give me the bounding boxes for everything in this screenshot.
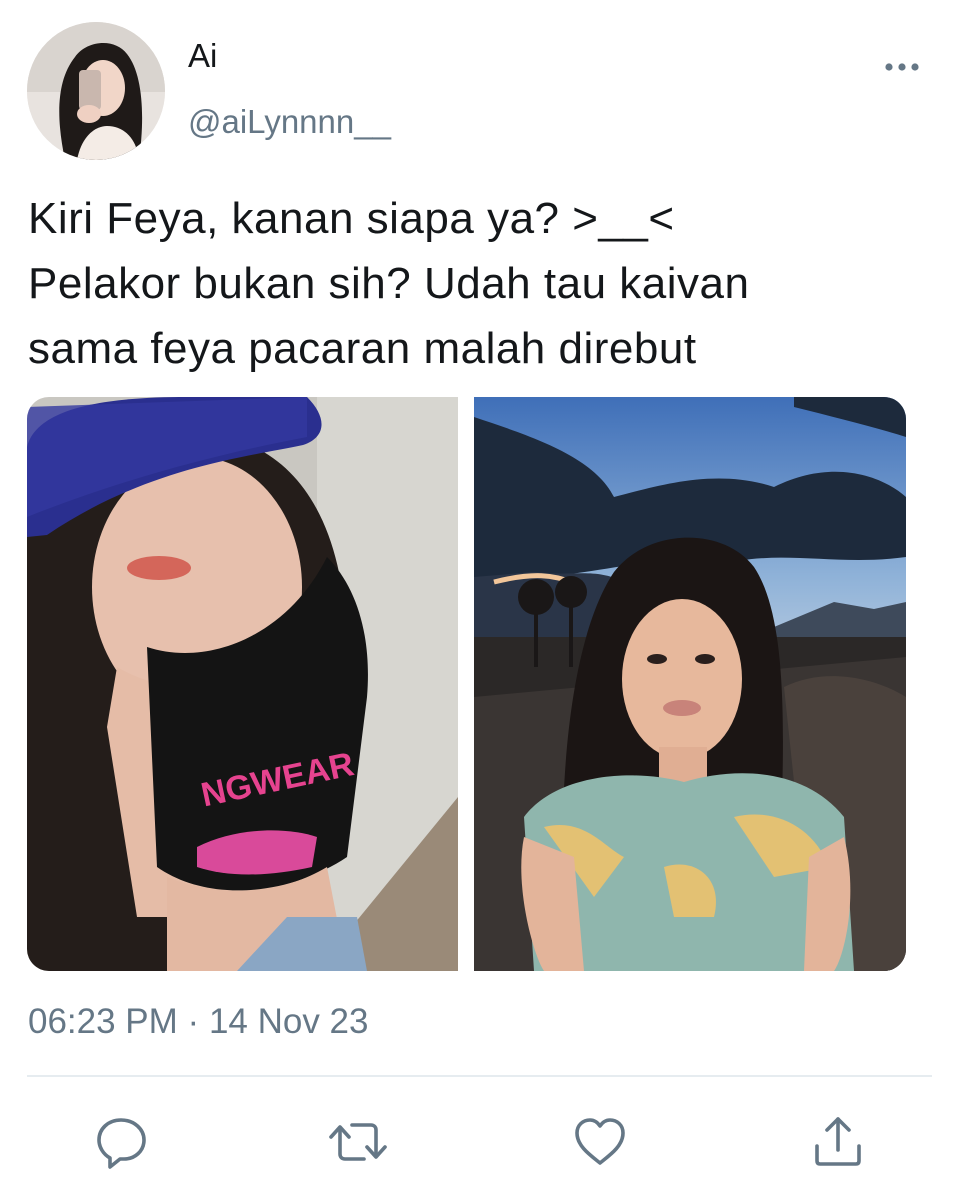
tweet-timestamp[interactable]: 06:23 PM · 14 Nov 23 bbox=[28, 1000, 369, 1044]
tweet-time: 06:23 PM bbox=[28, 1002, 178, 1041]
reply-button[interactable] bbox=[93, 1112, 153, 1172]
tweet-text-line: sama feya pacaran malah direbut bbox=[28, 324, 697, 373]
tweet-photo-right[interactable] bbox=[474, 397, 906, 971]
meta-separator: · bbox=[187, 1002, 200, 1041]
share-button[interactable] bbox=[808, 1112, 868, 1172]
reply-icon bbox=[97, 1118, 146, 1169]
tweet-text-line: Pelakor bukan sih? Udah tau kaivan bbox=[28, 259, 750, 308]
tweet-text-line: Kiri Feya, kanan siapa ya? >__< bbox=[28, 194, 675, 243]
avatar[interactable] bbox=[27, 22, 165, 160]
photo-right-image bbox=[474, 397, 906, 971]
photo-left-image: NGWEAR bbox=[27, 397, 458, 971]
avatar-photo bbox=[27, 22, 165, 160]
author-handle[interactable]: @aiLynnnn__ bbox=[188, 102, 391, 142]
more-icon[interactable] bbox=[884, 58, 920, 76]
tweet-date: 14 Nov 23 bbox=[208, 1002, 369, 1041]
heart-icon bbox=[575, 1118, 625, 1165]
tweet-photo-left[interactable]: NGWEAR bbox=[27, 397, 458, 971]
divider bbox=[27, 1075, 932, 1077]
author-display-name[interactable]: Ai bbox=[188, 36, 217, 76]
share-icon bbox=[815, 1117, 861, 1166]
like-button[interactable] bbox=[570, 1112, 630, 1172]
retweet-button[interactable] bbox=[328, 1112, 388, 1172]
tweet-text: Kiri Feya, kanan siapa ya? >__< Pelakor … bbox=[28, 186, 928, 381]
retweet-icon bbox=[329, 1123, 387, 1161]
